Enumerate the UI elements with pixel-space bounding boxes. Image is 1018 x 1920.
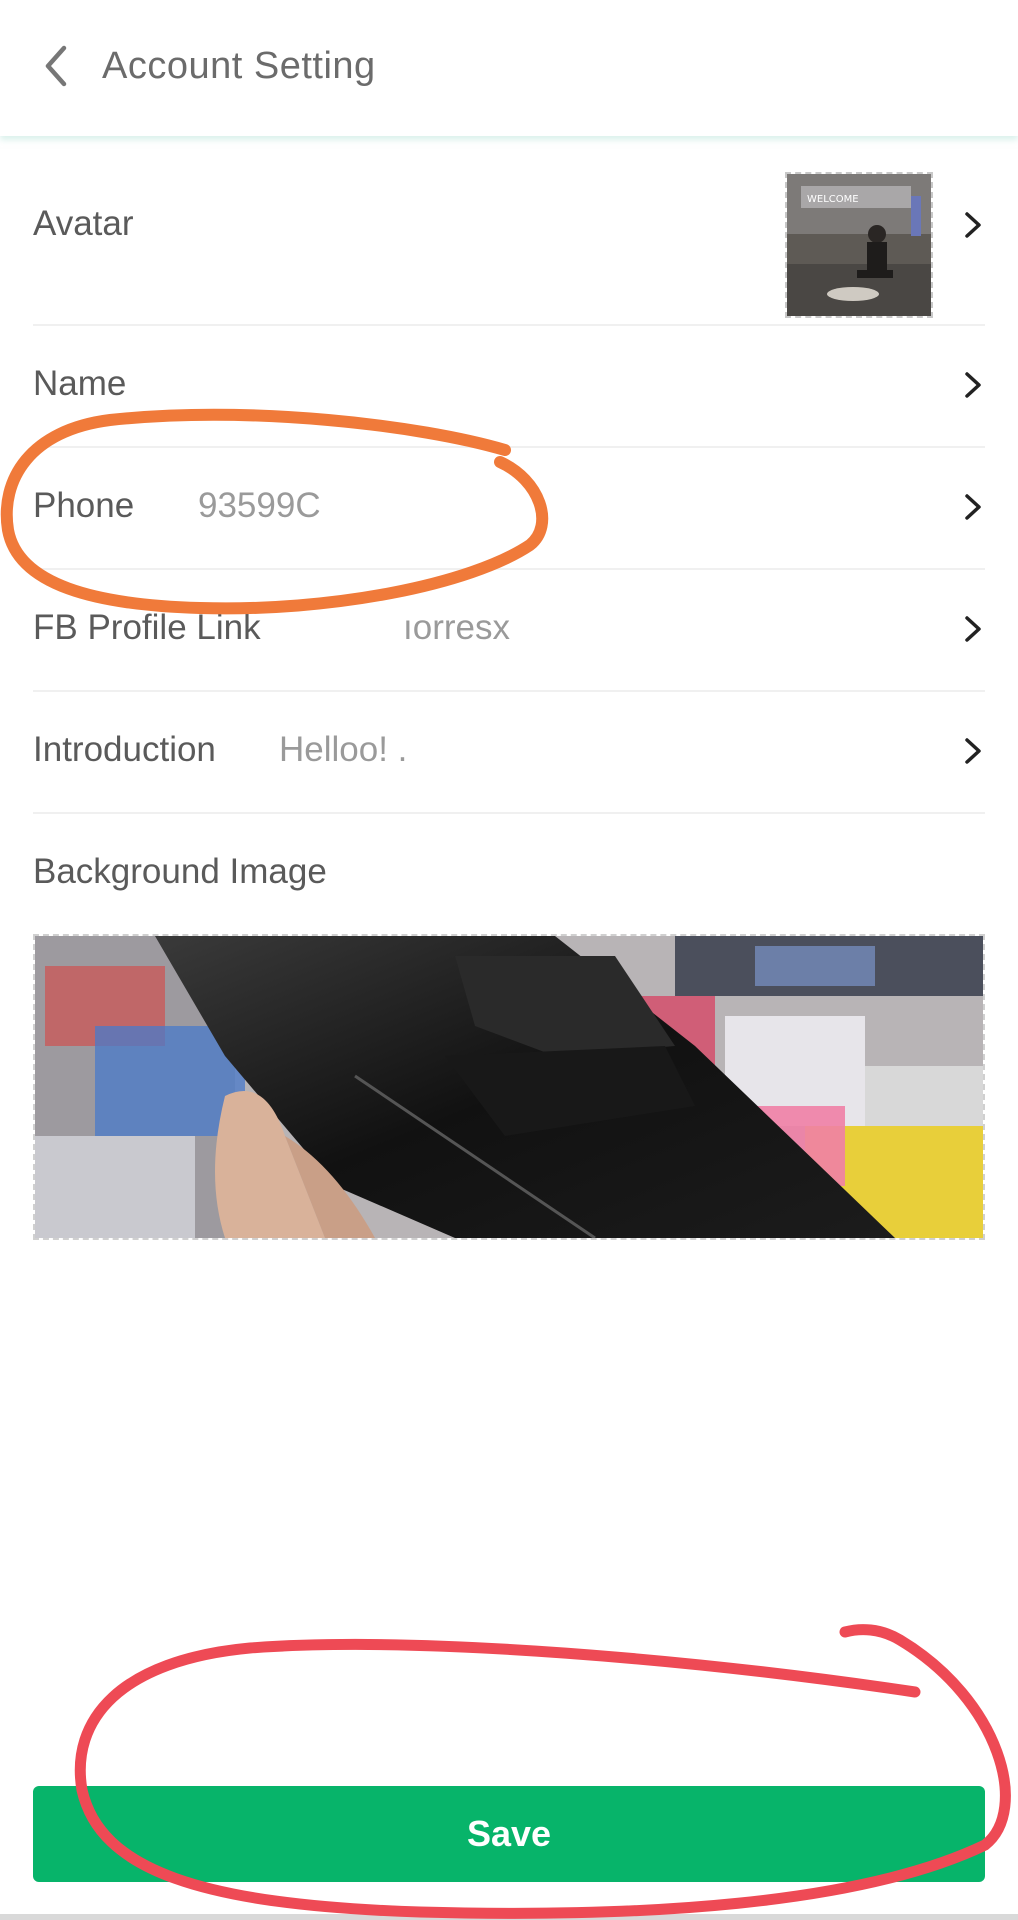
- chevron-right-icon: [965, 372, 981, 398]
- background-image-picture: [35, 936, 983, 1238]
- account-setting-page: Account Setting Avatar WELCOME Name Phon…: [0, 0, 1018, 1920]
- chevron-right-icon: [965, 738, 981, 764]
- fb-profile-link-label: FB Profile Link: [33, 608, 261, 647]
- chevron-left-icon: [45, 45, 67, 87]
- page-title: Account Setting: [102, 45, 376, 87]
- fb-profile-link-value: ıorresx: [403, 608, 510, 647]
- bottom-divider: [0, 1914, 1018, 1920]
- phone-row[interactable]: Phone 93599C: [33, 446, 985, 570]
- introduction-value: Helloo! .: [279, 730, 408, 769]
- chevron-right-icon: [965, 212, 981, 238]
- phone-value: 93599C: [198, 486, 321, 525]
- chevron-right-icon: [965, 616, 981, 642]
- avatar[interactable]: WELCOME: [785, 172, 933, 318]
- avatar-label: Avatar: [33, 204, 134, 243]
- background-image-label: Background Image: [33, 852, 327, 891]
- chevron-right-icon: [965, 494, 981, 520]
- svg-text:WELCOME: WELCOME: [807, 194, 859, 205]
- save-button[interactable]: Save: [33, 1786, 985, 1882]
- fb-profile-link-row[interactable]: FB Profile Link ıorresx: [33, 568, 985, 692]
- avatar-row[interactable]: Avatar WELCOME: [33, 136, 985, 326]
- name-label: Name: [33, 364, 127, 403]
- back-button[interactable]: [36, 40, 76, 92]
- introduction-row[interactable]: Introduction Helloo! .: [33, 690, 985, 814]
- phone-label: Phone: [33, 486, 135, 525]
- top-app-bar: Account Setting: [0, 0, 1018, 136]
- background-image[interactable]: [33, 934, 985, 1240]
- name-row[interactable]: Name: [33, 324, 985, 448]
- introduction-label: Introduction: [33, 730, 216, 769]
- avatar-image: WELCOME: [787, 174, 931, 316]
